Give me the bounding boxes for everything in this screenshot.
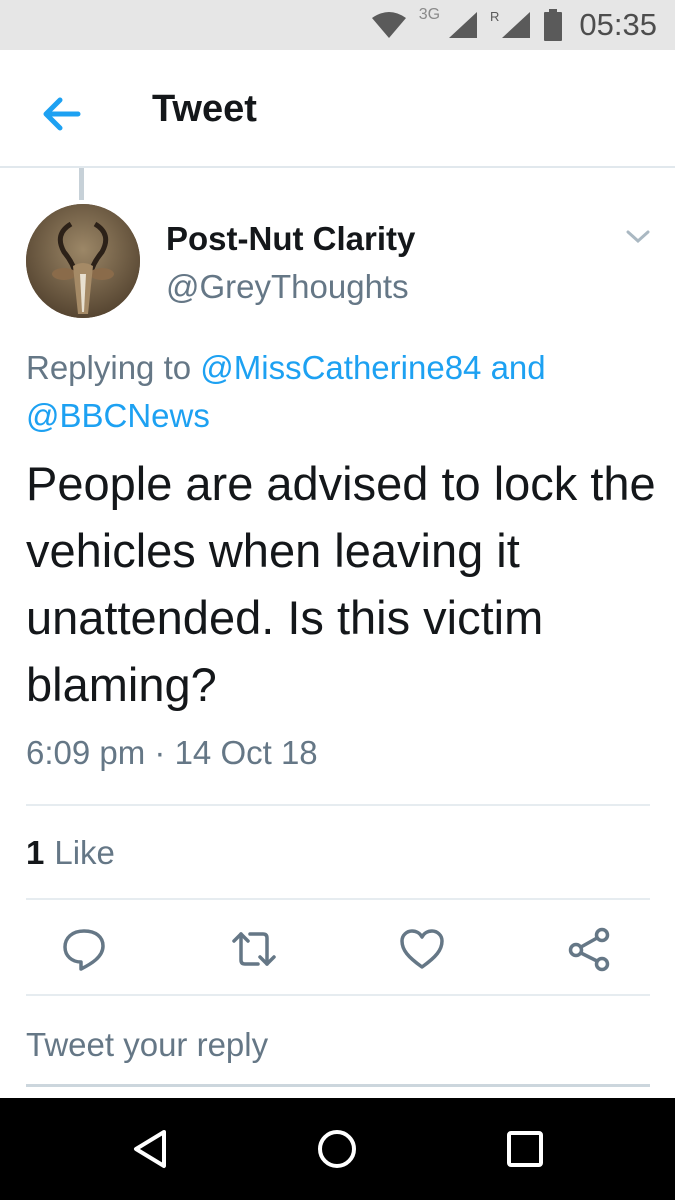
roaming-label: R (490, 8, 500, 24)
like-count: 1 (26, 834, 45, 871)
mention-link-bbcnews[interactable]: @BBCNews (26, 397, 210, 434)
recents-square-icon[interactable] (502, 1126, 548, 1172)
divider (26, 994, 650, 996)
navigation-bar (0, 1098, 675, 1200)
battery-icon (543, 9, 563, 41)
like-icon[interactable] (398, 925, 446, 973)
network-type-label: 3G (418, 6, 441, 23)
mention-link-misscatherine84[interactable]: @MissCatherine84 (200, 349, 481, 386)
retweet-icon[interactable] (230, 925, 278, 973)
status-bar: 3G R 05:35 (0, 0, 675, 50)
thread-connector-line (79, 168, 84, 200)
share-icon[interactable] (566, 925, 614, 973)
back-triangle-icon[interactable] (128, 1126, 174, 1172)
divider (26, 804, 650, 806)
home-circle-icon[interactable] (314, 1126, 360, 1172)
divider (26, 898, 650, 900)
replying-to-label: Replying to (26, 349, 192, 386)
tweet-text: People are advised to lock the vehicles … (26, 457, 656, 711)
like-count-label: Like (54, 834, 115, 871)
reply-icon[interactable] (60, 925, 108, 973)
back-arrow-icon[interactable] (38, 90, 86, 138)
tweet-timestamp: 6:09 pm · 14 Oct 18 (26, 734, 318, 771)
reply-input[interactable]: Tweet your reply (26, 1026, 268, 1064)
author-handle[interactable]: @GreyThoughts (166, 268, 409, 306)
roaming-signal-icon (501, 11, 531, 39)
wifi-icon (371, 11, 407, 39)
replying-to-line: Replying to @MissCatherine84 and @BBCNew… (26, 344, 656, 440)
like-count-row[interactable]: 1 Like (26, 834, 115, 872)
status-time: 05:35 (579, 7, 657, 42)
app-bar: Tweet (0, 50, 675, 168)
reply-input-underline (26, 1084, 650, 1087)
chevron-down-icon[interactable] (622, 222, 654, 250)
author-display-name[interactable]: Post-Nut Clarity (166, 220, 415, 258)
mention-and-link[interactable]: and (491, 349, 546, 386)
page-title: Tweet (152, 88, 257, 130)
signal-icon (448, 11, 478, 39)
avatar[interactable] (26, 204, 140, 318)
